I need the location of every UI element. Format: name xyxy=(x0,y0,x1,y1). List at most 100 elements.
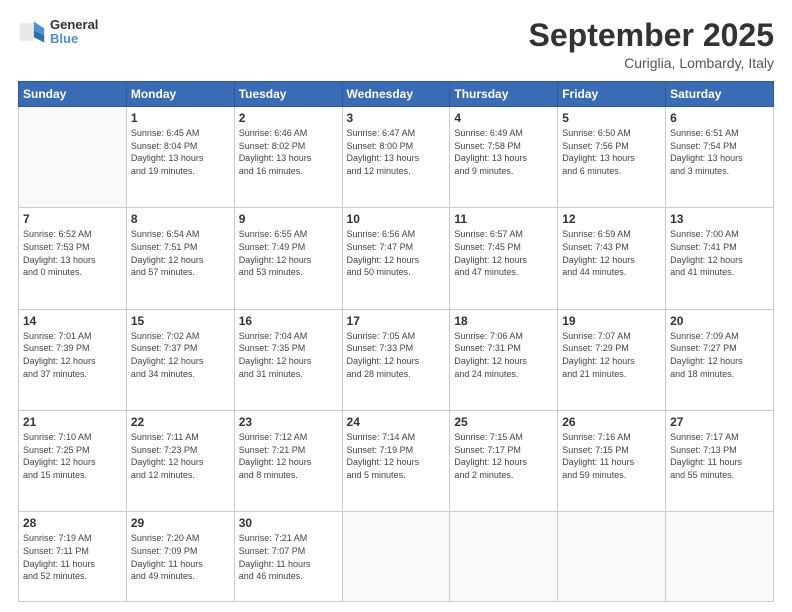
table-row: 30 Sunrise: 7:21 AMSunset: 7:07 PMDayligh… xyxy=(234,512,342,602)
day-info: Sunrise: 6:55 AMSunset: 7:49 PMDaylight:… xyxy=(239,228,338,278)
table-row: 23 Sunrise: 7:12 AMSunset: 7:21 PMDayligh… xyxy=(234,411,342,512)
logo-text: General Blue xyxy=(50,18,98,47)
header: General Blue September 2025 Curiglia, Lo… xyxy=(18,18,774,71)
table-row: 15 Sunrise: 7:02 AMSunset: 7:37 PMDayligh… xyxy=(126,309,234,410)
table-row xyxy=(342,512,450,602)
day-info: Sunrise: 6:57 AMSunset: 7:45 PMDaylight:… xyxy=(454,228,553,278)
logo-line2: Blue xyxy=(50,32,98,46)
day-number: 7 xyxy=(23,212,122,226)
day-number: 15 xyxy=(131,314,230,328)
day-number: 24 xyxy=(347,415,446,429)
day-number: 21 xyxy=(23,415,122,429)
day-info: Sunrise: 7:09 AMSunset: 7:27 PMDaylight:… xyxy=(670,330,769,380)
day-info: Sunrise: 6:50 AMSunset: 7:56 PMDaylight:… xyxy=(562,127,661,177)
table-row: 18 Sunrise: 7:06 AMSunset: 7:31 PMDayligh… xyxy=(450,309,558,410)
day-number: 10 xyxy=(347,212,446,226)
col-friday: Friday xyxy=(558,82,666,107)
table-row: 8Sunrise: 6:54 AMSunset: 7:51 PMDaylight… xyxy=(126,208,234,309)
day-info: Sunrise: 7:19 AMSunset: 7:11 PMDaylight:… xyxy=(23,532,122,582)
table-row: 11Sunrise: 6:57 AMSunset: 7:45 PMDayligh… xyxy=(450,208,558,309)
table-row: 1Sunrise: 6:45 AMSunset: 8:04 PMDaylight… xyxy=(126,107,234,208)
day-number: 25 xyxy=(454,415,553,429)
logo: General Blue xyxy=(18,18,98,47)
day-info: Sunrise: 7:07 AMSunset: 7:29 PMDaylight:… xyxy=(562,330,661,380)
table-row: 25 Sunrise: 7:15 AMSunset: 7:17 PMDayligh… xyxy=(450,411,558,512)
calendar-header-row: Sunday Monday Tuesday Wednesday Thursday… xyxy=(19,82,774,107)
day-info: Sunrise: 7:14 AMSunset: 7:19 PMDaylight:… xyxy=(347,431,446,481)
day-info: Sunrise: 7:02 AMSunset: 7:37 PMDaylight:… xyxy=(131,330,230,380)
table-row: 13 Sunrise: 7:00 AMSunset: 7:41 PMDayligh… xyxy=(666,208,774,309)
table-row: 14 Sunrise: 7:01 AMSunset: 7:39 PMDayligh… xyxy=(19,309,127,410)
col-tuesday: Tuesday xyxy=(234,82,342,107)
day-info: Sunrise: 7:06 AMSunset: 7:31 PMDaylight:… xyxy=(454,330,553,380)
table-row: 5 Sunrise: 6:50 AMSunset: 7:56 PMDaylight… xyxy=(558,107,666,208)
day-number: 8 xyxy=(131,212,230,226)
day-number: 16 xyxy=(239,314,338,328)
day-number: 13 xyxy=(670,212,769,226)
table-row: 10 Sunrise: 6:56 AMSunset: 7:47 PMDayligh… xyxy=(342,208,450,309)
day-number: 30 xyxy=(239,516,338,530)
day-info: Sunrise: 6:52 AMSunset: 7:53 PMDaylight:… xyxy=(23,228,122,278)
table-row: 4Sunrise: 6:49 AMSunset: 7:58 PMDaylight… xyxy=(450,107,558,208)
day-info: Sunrise: 6:49 AMSunset: 7:58 PMDaylight:… xyxy=(454,127,553,177)
day-info: Sunrise: 7:20 AMSunset: 7:09 PMDaylight:… xyxy=(131,532,230,582)
day-number: 5 xyxy=(562,111,661,125)
table-row: 17 Sunrise: 7:05 AMSunset: 7:33 PMDayligh… xyxy=(342,309,450,410)
day-info: Sunrise: 7:01 AMSunset: 7:39 PMDaylight:… xyxy=(23,330,122,380)
day-number: 14 xyxy=(23,314,122,328)
day-info: Sunrise: 7:15 AMSunset: 7:17 PMDaylight:… xyxy=(454,431,553,481)
table-row: 16Sunrise: 7:04 AMSunset: 7:35 PMDayligh… xyxy=(234,309,342,410)
table-row: 21 Sunrise: 7:10 AMSunset: 7:25 PMDayligh… xyxy=(19,411,127,512)
table-row xyxy=(666,512,774,602)
table-row: 12 Sunrise: 6:59 AMSunset: 7:43 PMDayligh… xyxy=(558,208,666,309)
day-number: 12 xyxy=(562,212,661,226)
table-row xyxy=(450,512,558,602)
day-info: Sunrise: 7:21 AMSunset: 7:07 PMDaylight:… xyxy=(239,532,338,582)
day-number: 28 xyxy=(23,516,122,530)
table-row: 24 Sunrise: 7:14 AMSunset: 7:19 PMDayligh… xyxy=(342,411,450,512)
day-number: 27 xyxy=(670,415,769,429)
table-row: 26Sunrise: 7:16 AMSunset: 7:15 PMDayligh… xyxy=(558,411,666,512)
day-number: 23 xyxy=(239,415,338,429)
day-number: 17 xyxy=(347,314,446,328)
logo-icon xyxy=(18,18,46,46)
table-row: 20Sunrise: 7:09 AMSunset: 7:27 PMDayligh… xyxy=(666,309,774,410)
day-info: Sunrise: 6:51 AMSunset: 7:54 PMDaylight:… xyxy=(670,127,769,177)
table-row: 6 Sunrise: 6:51 AMSunset: 7:54 PMDaylight… xyxy=(666,107,774,208)
day-info: Sunrise: 7:16 AMSunset: 7:15 PMDaylight:… xyxy=(562,431,661,481)
logo-line1: General xyxy=(50,18,98,32)
table-row: 22 Sunrise: 7:11 AMSunset: 7:23 PMDayligh… xyxy=(126,411,234,512)
table-row: 27 Sunrise: 7:17 AMSunset: 7:13 PMDayligh… xyxy=(666,411,774,512)
table-row: 9 Sunrise: 6:55 AMSunset: 7:49 PMDaylight… xyxy=(234,208,342,309)
table-row xyxy=(19,107,127,208)
table-row: 19 Sunrise: 7:07 AMSunset: 7:29 PMDayligh… xyxy=(558,309,666,410)
day-info: Sunrise: 7:12 AMSunset: 7:21 PMDaylight:… xyxy=(239,431,338,481)
day-number: 9 xyxy=(239,212,338,226)
day-info: Sunrise: 7:11 AMSunset: 7:23 PMDaylight:… xyxy=(131,431,230,481)
table-row: 29 Sunrise: 7:20 AMSunset: 7:09 PMDayligh… xyxy=(126,512,234,602)
day-number: 6 xyxy=(670,111,769,125)
col-sunday: Sunday xyxy=(19,82,127,107)
calendar: Sunday Monday Tuesday Wednesday Thursday… xyxy=(18,81,774,602)
day-number: 29 xyxy=(131,516,230,530)
day-number: 18 xyxy=(454,314,553,328)
day-number: 1 xyxy=(131,111,230,125)
page: General Blue September 2025 Curiglia, Lo… xyxy=(0,0,792,612)
col-thursday: Thursday xyxy=(450,82,558,107)
col-saturday: Saturday xyxy=(666,82,774,107)
day-number: 19 xyxy=(562,314,661,328)
day-info: Sunrise: 6:56 AMSunset: 7:47 PMDaylight:… xyxy=(347,228,446,278)
location-title: Curiglia, Lombardy, Italy xyxy=(529,55,774,71)
day-number: 2 xyxy=(239,111,338,125)
day-number: 22 xyxy=(131,415,230,429)
day-info: Sunrise: 7:00 AMSunset: 7:41 PMDaylight:… xyxy=(670,228,769,278)
day-number: 3 xyxy=(347,111,446,125)
table-row xyxy=(558,512,666,602)
table-row: 2Sunrise: 6:46 AMSunset: 8:02 PMDaylight… xyxy=(234,107,342,208)
table-row: 28 Sunrise: 7:19 AMSunset: 7:11 PMDayligh… xyxy=(19,512,127,602)
day-info: Sunrise: 7:05 AMSunset: 7:33 PMDaylight:… xyxy=(347,330,446,380)
table-row: 7 Sunrise: 6:52 AMSunset: 7:53 PMDaylight… xyxy=(19,208,127,309)
day-info: Sunrise: 6:59 AMSunset: 7:43 PMDaylight:… xyxy=(562,228,661,278)
day-info: Sunrise: 7:17 AMSunset: 7:13 PMDaylight:… xyxy=(670,431,769,481)
day-info: Sunrise: 7:10 AMSunset: 7:25 PMDaylight:… xyxy=(23,431,122,481)
